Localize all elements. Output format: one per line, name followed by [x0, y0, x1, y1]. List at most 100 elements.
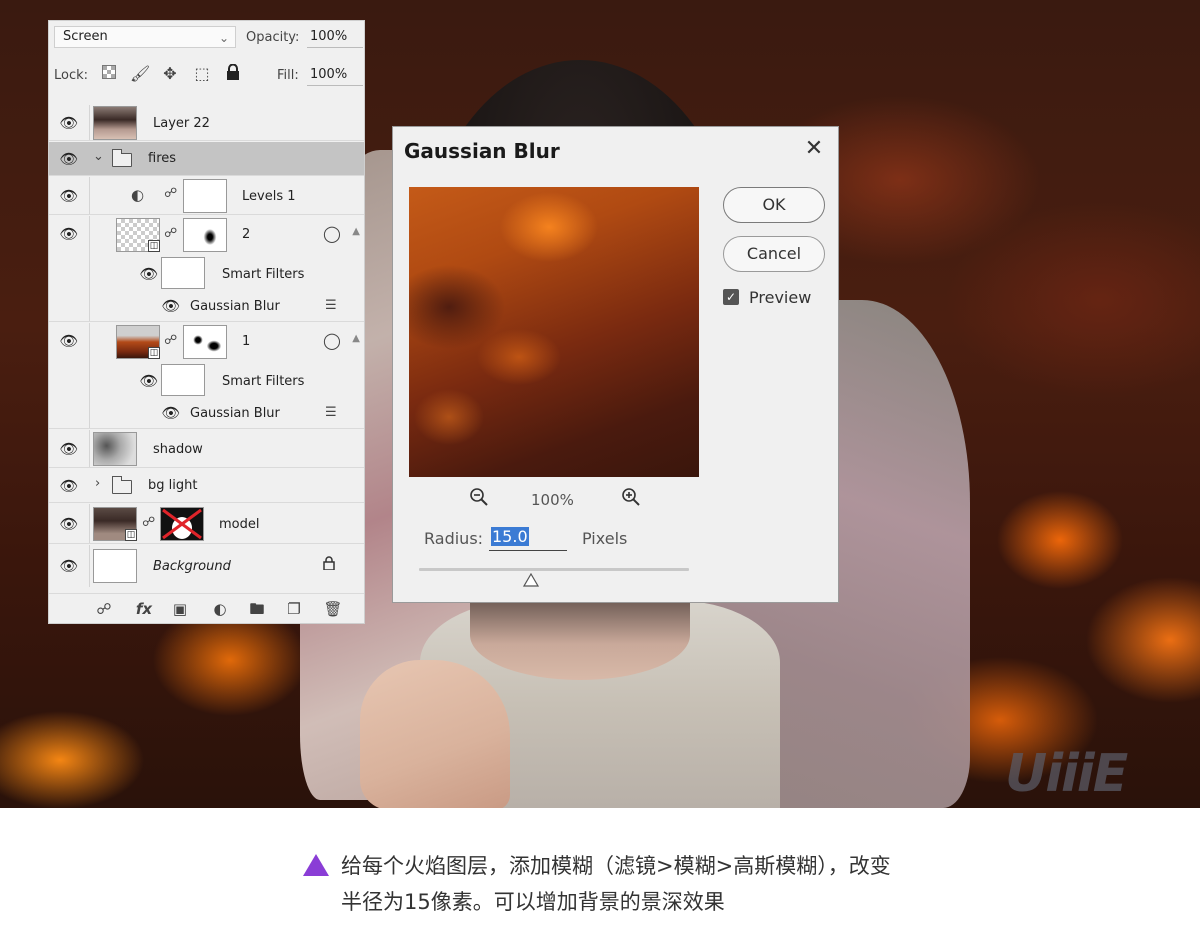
- zoom-in-icon[interactable]: [619, 487, 643, 513]
- lock-position-icon[interactable]: ✥: [160, 64, 180, 84]
- layer-name[interactable]: fires: [148, 151, 176, 166]
- opacity-label: Opacity:: [246, 30, 300, 45]
- chevron-up-icon[interactable]: ▲: [352, 226, 360, 237]
- layer-row-model[interactable]: 👁 ◫ ☍ model: [49, 504, 364, 544]
- chain-link-icon[interactable]: ☍: [164, 226, 177, 241]
- folder-icon[interactable]: 🖿: [246, 598, 268, 620]
- smart-filters-label[interactable]: Smart Filters: [222, 267, 304, 282]
- layer-name[interactable]: model: [219, 517, 259, 532]
- layer-name[interactable]: Levels 1: [242, 189, 296, 204]
- smart-object-badge-icon: ◫: [125, 529, 137, 541]
- chain-link-icon[interactable]: ☍: [142, 515, 155, 530]
- eye-icon[interactable]: 👁: [159, 296, 183, 316]
- chevron-down-icon[interactable]: ⌄: [93, 149, 104, 164]
- chain-link-icon[interactable]: ☍: [164, 186, 177, 201]
- eye-icon[interactable]: 👁: [57, 556, 81, 576]
- preview-label[interactable]: Preview: [749, 288, 811, 307]
- disabled-mask-thumbnail: [160, 507, 204, 541]
- smart-object-effects-icon[interactable]: ◯: [323, 224, 341, 243]
- smart-object-effects-icon[interactable]: ◯: [323, 331, 341, 350]
- lock-transparent-pixels-icon[interactable]: [99, 64, 119, 84]
- eye-icon[interactable]: 👁: [57, 149, 81, 169]
- zoom-controls: 100%: [409, 487, 699, 513]
- dialog-title: Gaussian Blur: [404, 139, 560, 163]
- chain-link-icon[interactable]: ☍: [164, 333, 177, 348]
- preview-checkbox[interactable]: ✓: [723, 289, 739, 305]
- filter-options-icon[interactable]: ☰: [325, 405, 337, 420]
- trash-icon[interactable]: 🗑: [322, 598, 344, 620]
- radius-input[interactable]: 15.0: [489, 527, 567, 551]
- layer-mask-thumbnail: [183, 179, 227, 213]
- radius-label: Radius:: [424, 529, 484, 548]
- layer-row-fires-group[interactable]: 👁 ⌄ fires: [49, 142, 364, 176]
- eye-icon[interactable]: 👁: [137, 264, 161, 284]
- layers-panel-header: Screen ⌄ Opacity: 100%: [49, 21, 364, 55]
- layer-name[interactable]: 2: [242, 227, 250, 242]
- layer-row-background[interactable]: 👁 Background: [49, 545, 364, 587]
- cancel-button[interactable]: Cancel: [723, 236, 825, 272]
- lock-row: Lock: 🖌 ✥ ⬚ Fill: 100%: [49, 59, 364, 91]
- new-layer-icon[interactable]: ❐: [283, 598, 305, 620]
- smart-object-thumbnail: ◫: [93, 507, 137, 541]
- folder-icon: [111, 476, 132, 494]
- smart-filter-mask-thumbnail: [161, 364, 205, 396]
- add-mask-icon[interactable]: ▣: [169, 598, 191, 620]
- triangle-marker-icon: [303, 854, 329, 876]
- chevron-up-icon[interactable]: ▲: [352, 333, 360, 344]
- layer-name[interactable]: 1: [242, 334, 250, 349]
- filter-options-icon[interactable]: ☰: [325, 298, 337, 313]
- layer-row-fire-1[interactable]: 👁 ◫ ☍ 1 ◯ ▲ 👁 Smart Filters 👁 Gaussian B…: [49, 323, 364, 429]
- opacity-input[interactable]: 100%: [307, 26, 363, 48]
- adjustment-layer-icon[interactable]: ◐: [209, 598, 231, 620]
- lock-label: Lock:: [54, 68, 89, 83]
- radius-slider-track[interactable]: [419, 568, 689, 571]
- layer-row-shadow[interactable]: 👁 shadow: [49, 430, 364, 468]
- layer-name[interactable]: shadow: [153, 442, 203, 457]
- eye-icon[interactable]: 👁: [57, 439, 81, 459]
- fx-icon[interactable]: fx: [133, 598, 155, 620]
- zoom-out-icon[interactable]: [467, 487, 491, 513]
- eye-icon[interactable]: 👁: [57, 331, 81, 351]
- layer-row-levels-1[interactable]: 👁 ◐ ☍ Levels 1: [49, 177, 364, 215]
- layer-thumbnail: [93, 106, 137, 140]
- radius-unit: Pixels: [582, 529, 628, 548]
- caption-area: 给每个火焰图层，添加模糊（滤镜>模糊>高斯模糊），改变 半径为15像素。可以增加…: [0, 808, 1200, 926]
- ok-button[interactable]: OK: [723, 187, 825, 223]
- smart-object-badge-icon: ◫: [148, 240, 160, 252]
- layer-mask-thumbnail: [183, 218, 227, 252]
- eye-icon[interactable]: 👁: [137, 371, 161, 391]
- layer-row-fire-2[interactable]: 👁 ◫ ☍ 2 ◯ ▲ 👁 Smart Filters 👁 Gaussian B…: [49, 216, 364, 322]
- link-layers-icon[interactable]: ☍: [93, 598, 115, 620]
- radius-slider-thumb[interactable]: [522, 572, 540, 587]
- filter-name[interactable]: Gaussian Blur: [190, 406, 280, 421]
- zoom-level: 100%: [531, 491, 574, 509]
- layer-name[interactable]: Background: [153, 559, 231, 574]
- lock-image-pixels-icon[interactable]: 🖌: [130, 64, 150, 84]
- adjustment-layer-icon: ◐: [131, 186, 145, 204]
- eye-icon[interactable]: 👁: [57, 224, 81, 244]
- eye-icon[interactable]: 👁: [57, 186, 81, 206]
- layer-thumbnail: [93, 432, 137, 466]
- eye-icon[interactable]: 👁: [159, 403, 183, 423]
- filter-preview[interactable]: [409, 187, 699, 477]
- eye-icon[interactable]: 👁: [57, 514, 81, 534]
- lock-artboard-icon[interactable]: ⬚: [192, 64, 212, 84]
- caption-line-2: 半径为15像素。可以增加背景的景深效果: [341, 890, 725, 914]
- fill-input[interactable]: 100%: [307, 64, 363, 86]
- caption-line-1: 给每个火焰图层，添加模糊（滤镜>模糊>高斯模糊），改变: [341, 854, 891, 878]
- chevron-right-icon[interactable]: ›: [95, 476, 100, 491]
- layer-list: 👁 Layer 22 👁 ⌄ fires 👁 ◐ ☍ Levels 1 👁 ◫: [49, 105, 364, 589]
- close-icon[interactable]: ✕: [802, 135, 826, 163]
- layer-thumbnail: [93, 549, 137, 583]
- blend-mode-select[interactable]: Screen ⌄: [54, 26, 236, 48]
- layer-name[interactable]: Layer 22: [153, 116, 210, 131]
- lock-all-icon[interactable]: [223, 63, 243, 84]
- layer-row-layer-22[interactable]: 👁 Layer 22: [49, 105, 364, 141]
- layer-row-bg-light-group[interactable]: 👁 › bg light: [49, 469, 364, 503]
- layer-name[interactable]: bg light: [148, 478, 197, 493]
- smart-filters-label[interactable]: Smart Filters: [222, 374, 304, 389]
- eye-icon[interactable]: 👁: [57, 113, 81, 133]
- eye-icon[interactable]: 👁: [57, 476, 81, 496]
- chevron-down-icon: ⌄: [218, 31, 229, 45]
- filter-name[interactable]: Gaussian Blur: [190, 299, 280, 314]
